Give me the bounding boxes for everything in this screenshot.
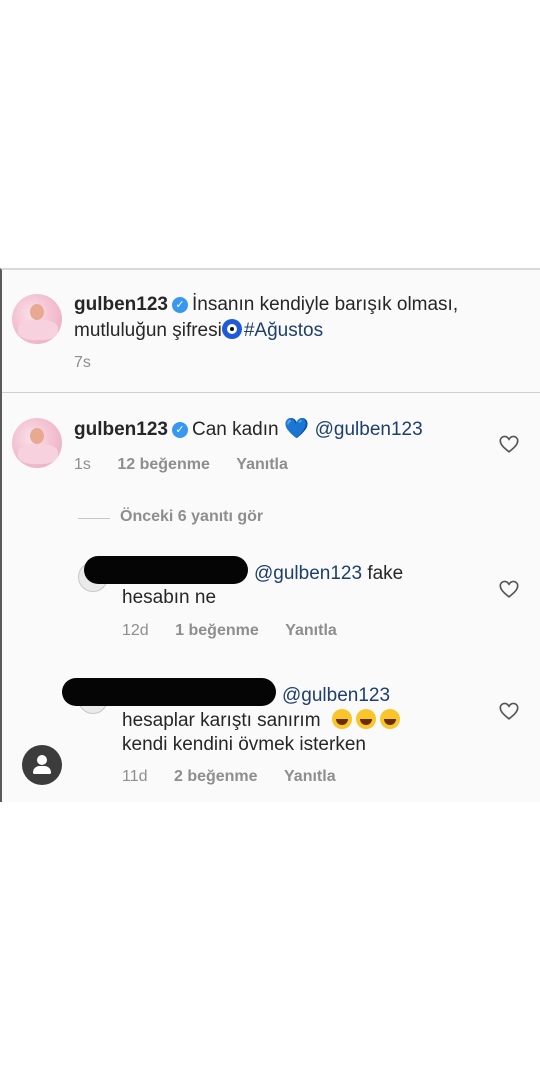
reply2-time: 11d — [122, 768, 148, 785]
heart-outline-icon[interactable] — [498, 433, 520, 455]
reply1-line1: @gulben123 fake — [254, 563, 404, 584]
blue-heart-emoji-icon: 💙 — [278, 418, 315, 440]
comment1-reply-button[interactable]: Yanıtla — [236, 456, 288, 473]
comment1-username[interactable]: gulben123 — [74, 419, 168, 440]
reply2-line3: kendi kendini övmek isterken — [122, 734, 366, 755]
mention-link[interactable]: @gulben123 — [254, 563, 362, 584]
reply2-reply-button[interactable]: Yanıtla — [284, 768, 336, 785]
post-username[interactable]: gulben123 — [74, 294, 168, 315]
view-previous-replies[interactable]: Önceki 6 yanıtı gör — [120, 508, 285, 526]
comment1-text: gulben123 ✓ Can kadın 💙 @gulben123 — [74, 418, 423, 440]
heart-outline-icon[interactable] — [498, 700, 520, 722]
post-avatar[interactable] — [12, 294, 62, 344]
reply2-line2: hesaplar karıştı sanırım — [122, 708, 404, 734]
replies-line — [78, 518, 110, 519]
profile-button[interactable] — [22, 745, 62, 785]
comment1-time: 1s — [74, 456, 91, 473]
screenshot-panel: gulben123 ✓ İnsanın kendiyle barışık olmas… — [0, 268, 540, 802]
reply2-meta: 11d 2 beğenme Yanıtla — [122, 768, 358, 786]
comment1-meta: 1s 12 beğenme Yanıtla — [74, 456, 310, 474]
evil-eye-emoji-icon — [221, 319, 242, 339]
person-icon — [37, 755, 47, 765]
divider — [2, 392, 540, 393]
reply2-likes[interactable]: 2 beğenme — [174, 768, 258, 785]
caption-text: İnsanın kendiyle barışık olması, — [191, 294, 459, 315]
verified-badge-icon: ✓ — [171, 422, 188, 438]
reply1-meta: 12d 1 beğenme Yanıtla — [122, 622, 359, 640]
caption-text-2: mutluluğun şifresi — [74, 320, 222, 341]
post-caption-line2: mutluluğun şifresi #Ağustos — [74, 318, 323, 344]
reply2-line1: @gulben123 — [282, 683, 390, 709]
post-caption-line1: gulben123 ✓ İnsanın kendiyle barışık olmas… — [74, 292, 458, 318]
reply1-time: 12d — [122, 622, 149, 639]
redacted-username — [62, 678, 276, 706]
reply1-reply-button[interactable]: Yanıtla — [285, 622, 337, 639]
hashtag-link[interactable]: #Ağustos — [244, 320, 323, 341]
verified-badge-icon: ✓ — [171, 297, 188, 313]
laughing-emoji-icon — [379, 709, 400, 729]
laughing-emoji-icon — [331, 709, 352, 729]
redacted-username — [84, 556, 248, 584]
mention-link[interactable]: @gulben123 — [315, 419, 423, 440]
mention-link[interactable]: @gulben123 — [282, 685, 390, 706]
reply1-likes[interactable]: 1 beğenme — [175, 622, 259, 639]
laughing-emoji-icon — [355, 709, 376, 729]
comment-avatar[interactable] — [12, 418, 62, 468]
heart-outline-icon[interactable] — [498, 578, 520, 600]
comment1-likes[interactable]: 12 beğenme — [117, 456, 209, 473]
post-time: 7s — [74, 354, 91, 371]
reply1-line2: hesabın ne — [122, 587, 217, 608]
